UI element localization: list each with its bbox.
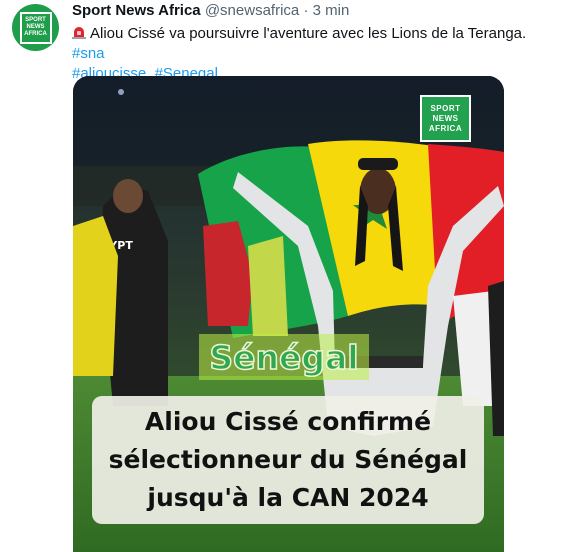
tweet-header: Sport News Africa @snewsafrica · 3 min bbox=[72, 2, 349, 19]
handle[interactable]: @snewsafrica bbox=[205, 2, 299, 19]
tweet-text: Aliou Cissé va poursuivre l'aventure ave… bbox=[72, 24, 562, 84]
avatar-logo-line: NEWS bbox=[26, 24, 45, 30]
avatar[interactable]: SPORT NEWS AFRICA bbox=[12, 4, 59, 51]
caption-line: sélectionneur du Sénégal bbox=[108, 445, 468, 474]
hashtag-sna[interactable]: #sna bbox=[72, 45, 105, 62]
caption-line: jusqu'à la CAN 2024 bbox=[147, 483, 429, 512]
tweet-body: Aliou Cissé va poursuivre l'aventure ave… bbox=[90, 25, 527, 42]
watermark-line: NEWS bbox=[432, 113, 459, 123]
watermark-line: AFRICA bbox=[428, 123, 463, 133]
caption-line: Aliou Cissé confirmé bbox=[144, 407, 432, 436]
timestamp[interactable]: 3 min bbox=[313, 2, 350, 19]
image-caption-box: Aliou Cissé confirmé sélectionneur du Sé… bbox=[92, 396, 484, 524]
sport-news-africa-watermark: SPORT NEWS AFRICA bbox=[420, 95, 471, 142]
tweet[interactable]: SPORT NEWS AFRICA Sport News Africa @sne… bbox=[0, 0, 573, 552]
watermark-line: SPORT bbox=[430, 103, 461, 113]
avatar-logo-line: AFRICA bbox=[24, 31, 47, 37]
country-label: Sénégal bbox=[199, 334, 369, 380]
sport-news-africa-logo: SPORT NEWS AFRICA bbox=[19, 11, 52, 44]
tweet-image[interactable]: EGYPT SPORT NEWS AFRICA Sénégal Aliou Ci… bbox=[73, 76, 504, 552]
separator: · bbox=[303, 2, 309, 19]
display-name[interactable]: Sport News Africa bbox=[72, 2, 201, 19]
rotating-light-icon bbox=[72, 27, 86, 39]
avatar-logo-line: SPORT bbox=[25, 17, 46, 23]
